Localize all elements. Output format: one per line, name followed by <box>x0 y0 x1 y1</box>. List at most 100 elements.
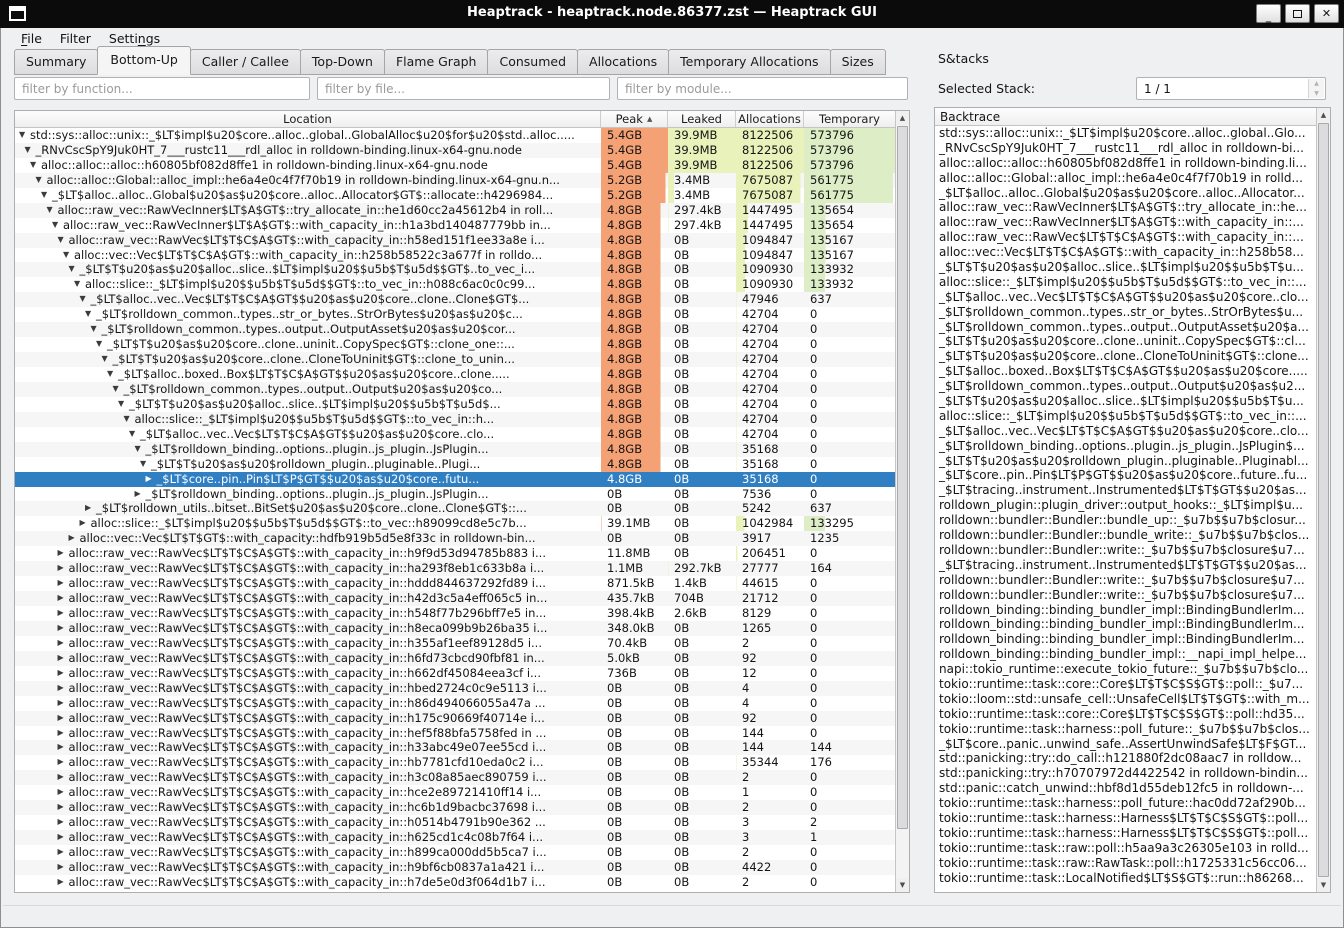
backtrace-frame[interactable]: rolldown::bundler::Bundler::write::_$u7b… <box>935 573 1316 588</box>
scroll-down-icon[interactable]: ▼ <box>1317 878 1330 892</box>
expanded-arrow-icon[interactable]: ▼ <box>118 397 129 412</box>
expanded-arrow-icon[interactable]: ▼ <box>102 352 113 367</box>
table-row[interactable]: ▼_$LT$rolldown_common..types..output..Ou… <box>15 382 895 397</box>
table-row[interactable]: ▼_$LT$T$u20$as$u20$core..clone..CloneToU… <box>15 352 895 367</box>
tab-summary[interactable]: Summary <box>14 49 98 75</box>
expanded-arrow-icon[interactable]: ▼ <box>19 128 30 143</box>
backtrace-frame[interactable]: tokio::runtime::task::LocalNotified$LT$S… <box>935 871 1316 886</box>
backtrace-frame[interactable]: napi::tokio_runtime::execute_tokio_futur… <box>935 662 1316 677</box>
collapsed-arrow-icon[interactable]: ▶ <box>80 516 91 531</box>
backtrace-frame[interactable]: tokio::loom::std::unsafe_cell::UnsafeCel… <box>935 692 1316 707</box>
collapsed-arrow-icon[interactable]: ▶ <box>58 875 69 890</box>
backtrace-frame[interactable]: std::panic::catch_unwind::hbf8d1d55deb12… <box>935 781 1316 796</box>
tab-caller-callee[interactable]: Caller / Callee <box>190 49 301 75</box>
table-row[interactable]: ▶alloc::raw_vec::RawVec$LT$T$C$A$GT$::wi… <box>15 711 895 726</box>
table-row[interactable]: ▶alloc::raw_vec::RawVec$LT$T$C$A$GT$::wi… <box>15 636 895 651</box>
scroll-up-icon[interactable]: ▲ <box>896 111 909 125</box>
column-header-leaked[interactable]: Leaked <box>668 111 736 127</box>
table-row[interactable]: ▼alloc::raw_vec::RawVecInner$LT$A$GT$::w… <box>15 218 895 233</box>
backtrace-frame[interactable]: _$LT$rolldown_common..types..output..Out… <box>935 379 1316 394</box>
tab-sizes[interactable]: Sizes <box>830 49 886 75</box>
table-row[interactable]: ▼_$LT$T$u20$as$u20$core..clone..uninit..… <box>15 337 895 352</box>
backtrace-frame[interactable]: _$LT$core..pin..Pin$LT$P$GT$$u20$as$u20$… <box>935 468 1316 483</box>
backtrace-frame[interactable]: std::sys::alloc::unix::_$LT$impl$u20$cor… <box>935 126 1316 141</box>
backtrace-frame[interactable]: alloc::raw_vec::RawVecInner$LT$A$GT$::tr… <box>935 200 1316 215</box>
filter-file-input[interactable] <box>317 77 610 100</box>
column-header-location[interactable]: Location <box>15 111 601 127</box>
expanded-arrow-icon[interactable]: ▼ <box>41 188 52 203</box>
tab-top-down[interactable]: Top-Down <box>300 49 385 75</box>
backtrace-frame[interactable]: alloc::alloc::Global::alloc_impl::he6a4e… <box>935 171 1316 186</box>
backtrace-frame[interactable]: std::panicking::try::do_call::h121880f2d… <box>935 751 1316 766</box>
collapsed-arrow-icon[interactable]: ▶ <box>58 711 69 726</box>
backtrace-header[interactable]: Backtrace <box>935 108 1316 126</box>
column-header-temporary[interactable]: Temporary <box>804 111 895 127</box>
table-row[interactable]: ▼_$LT$alloc..boxed..Box$LT$T$C$A$GT$$u20… <box>15 367 895 382</box>
maximize-button[interactable] <box>1285 4 1310 23</box>
backtrace-frame[interactable]: alloc::raw_vec::RawVecInner$LT$A$GT$::wi… <box>935 215 1316 230</box>
backtrace-frame[interactable]: rolldown::bundler::Bundler::write::_$u7b… <box>935 588 1316 603</box>
table-row[interactable]: ▼_RNvCscSpY9Juk0HT_7___rustc11___rdl_all… <box>15 143 895 158</box>
close-button[interactable]: ✕ <box>1314 4 1339 23</box>
expanded-arrow-icon[interactable]: ▼ <box>124 412 135 427</box>
backtrace-frame[interactable]: _$LT$rolldown_common..types..str_or_byte… <box>935 305 1316 320</box>
backtrace-frame[interactable]: _$LT$T$u20$as$u20$alloc..slice..$LT$impl… <box>935 394 1316 409</box>
table-row[interactable]: ▶alloc::raw_vec::RawVec$LT$T$C$A$GT$::wi… <box>15 591 895 606</box>
scroll-up-icon[interactable]: ▲ <box>1317 108 1330 122</box>
expanded-arrow-icon[interactable]: ▼ <box>74 277 85 292</box>
collapsed-arrow-icon[interactable]: ▶ <box>58 755 69 770</box>
collapsed-arrow-icon[interactable]: ▶ <box>58 726 69 741</box>
backtrace-frame[interactable]: alloc::vec::Vec$LT$T$C$A$GT$::with_capac… <box>935 245 1316 260</box>
backtrace-frame[interactable]: rolldown_binding::binding_bundler_impl::… <box>935 617 1316 632</box>
table-row[interactable]: ▶alloc::raw_vec::RawVec$LT$T$C$A$GT$::wi… <box>15 845 895 860</box>
expanded-arrow-icon[interactable]: ▼ <box>52 218 63 233</box>
column-header-peak[interactable]: Peak▲ <box>601 111 668 127</box>
backtrace-frame[interactable]: _$LT$rolldown_common..types..output..Out… <box>935 320 1316 335</box>
table-row[interactable]: ▶alloc::raw_vec::RawVec$LT$T$C$A$GT$::wi… <box>15 546 895 561</box>
table-row[interactable]: ▶alloc::raw_vec::RawVec$LT$T$C$A$GT$::wi… <box>15 755 895 770</box>
collapsed-arrow-icon[interactable]: ▶ <box>58 681 69 696</box>
table-row[interactable]: ▶alloc::vec::Vec$LT$T$GT$::with_capacity… <box>15 531 895 546</box>
table-row[interactable]: ▼_$LT$rolldown_common..types..str_or_byt… <box>15 307 895 322</box>
backtrace-frame[interactable]: rolldown_binding::binding_bundler_impl::… <box>935 632 1316 647</box>
collapsed-arrow-icon[interactable]: ▶ <box>58 636 69 651</box>
backtrace-frame[interactable]: tokio::runtime::task::harness::poll_futu… <box>935 796 1316 811</box>
table-row[interactable]: ▼alloc::slice::_$LT$impl$u20$$u5b$T$u5d$… <box>15 277 895 292</box>
collapsed-arrow-icon[interactable]: ▶ <box>58 591 69 606</box>
backtrace-frame[interactable]: _RNvCscSpY9Juk0HT_7___rustc11___rdl_allo… <box>935 141 1316 156</box>
backtrace-frame[interactable]: tokio::runtime::task::core::Core$LT$T$C$… <box>935 707 1316 722</box>
backtrace-frame[interactable]: _$LT$alloc..alloc..Global$u20$as$u20$cor… <box>935 186 1316 201</box>
expanded-arrow-icon[interactable]: ▼ <box>107 367 118 382</box>
expanded-arrow-icon[interactable]: ▼ <box>25 143 36 158</box>
table-row[interactable]: ▼_$LT$alloc..vec..Vec$LT$T$C$A$GT$$u20$a… <box>15 427 895 442</box>
scrollbar-thumb[interactable] <box>897 126 908 829</box>
table-row[interactable]: ▼_$LT$rolldown_common..types..output..Ou… <box>15 322 895 337</box>
collapsed-arrow-icon[interactable]: ▶ <box>58 696 69 711</box>
backtrace-frame[interactable]: _$LT$tracing..instrument..Instrumented$L… <box>935 483 1316 498</box>
collapsed-arrow-icon[interactable]: ▶ <box>58 785 69 800</box>
backtrace-frame[interactable]: alloc::alloc::alloc::h60805bf082d8ffe1 i… <box>935 156 1316 171</box>
backtrace-frame[interactable]: _$LT$alloc..vec..Vec$LT$T$C$A$GT$$u20$as… <box>935 424 1316 439</box>
scrollbar-thumb[interactable] <box>1318 123 1329 877</box>
backtrace-frame[interactable]: std::panicking::try::h70707972d4422542 i… <box>935 766 1316 781</box>
table-row[interactable]: ▶alloc::raw_vec::RawVec$LT$T$C$A$GT$::wi… <box>15 561 895 576</box>
table-row[interactable]: ▶alloc::raw_vec::RawVec$LT$T$C$A$GT$::wi… <box>15 875 895 890</box>
collapsed-arrow-icon[interactable]: ▶ <box>58 561 69 576</box>
table-row[interactable]: ▼_$LT$alloc..alloc..Global$u20$as$u20$co… <box>15 188 895 203</box>
expanded-arrow-icon[interactable]: ▼ <box>140 457 151 472</box>
expanded-arrow-icon[interactable]: ▼ <box>36 173 47 188</box>
table-row[interactable]: ▶alloc::raw_vec::RawVec$LT$T$C$A$GT$::wi… <box>15 860 895 875</box>
collapsed-arrow-icon[interactable]: ▶ <box>58 770 69 785</box>
table-row[interactable]: ▼_$LT$T$u20$as$u20$alloc..slice..$LT$imp… <box>15 262 895 277</box>
table-row[interactable]: ▶alloc::raw_vec::RawVec$LT$T$C$A$GT$::wi… <box>15 785 895 800</box>
table-row[interactable]: ▼std::sys::alloc::unix::_$LT$impl$u20$co… <box>15 128 895 143</box>
expanded-arrow-icon[interactable]: ▼ <box>80 292 91 307</box>
table-row[interactable]: ▶alloc::raw_vec::RawVec$LT$T$C$A$GT$::wi… <box>15 740 895 755</box>
expanded-arrow-icon[interactable]: ▼ <box>85 307 96 322</box>
collapsed-arrow-icon[interactable]: ▶ <box>146 472 157 487</box>
table-row[interactable]: ▶alloc::raw_vec::RawVec$LT$T$C$A$GT$::wi… <box>15 681 895 696</box>
expanded-arrow-icon[interactable]: ▼ <box>96 337 107 352</box>
tab-bottom-up[interactable]: Bottom-Up <box>97 46 190 75</box>
table-row[interactable]: ▶alloc::raw_vec::RawVec$LT$T$C$A$GT$::wi… <box>15 606 895 621</box>
filter-function-input[interactable] <box>14 77 310 100</box>
